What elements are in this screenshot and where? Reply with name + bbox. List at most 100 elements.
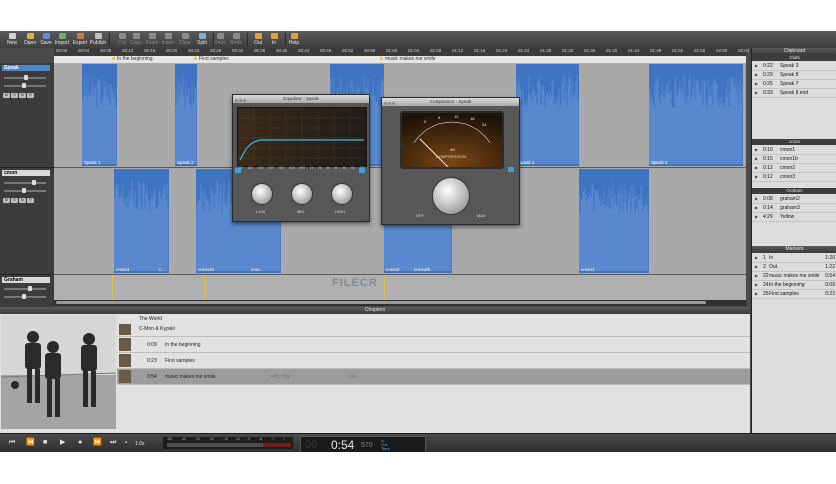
- mute-button[interactable]: M: [3, 198, 10, 203]
- clipboard-item[interactable]: ▶ 0:14 graham3: [752, 204, 836, 213]
- play-icon[interactable]: ▶: [755, 62, 758, 70]
- solo-button[interactable]: S: [11, 93, 18, 98]
- play-icon[interactable]: ▶: [755, 155, 758, 163]
- track-name[interactable]: Speak: [2, 65, 50, 71]
- chapter-title[interactable]: First samples: [165, 358, 195, 364]
- track-name[interactable]: Graham: [2, 277, 50, 283]
- volume-slider[interactable]: [4, 180, 46, 185]
- split-button[interactable]: Split: [192, 32, 212, 47]
- equalizer-titlebar[interactable]: Equalizer - Speak: [233, 95, 369, 103]
- play-icon[interactable]: ▶: [755, 71, 758, 79]
- chapter-time[interactable]: 0:23: [147, 358, 157, 364]
- chapter-title[interactable]: music makes me smile: [165, 374, 216, 380]
- compression-knob[interactable]: [432, 177, 470, 215]
- play-icon[interactable]: ▶: [755, 281, 758, 289]
- import-button[interactable]: Import: [52, 32, 72, 47]
- play-icon[interactable]: ▶: [755, 254, 758, 262]
- clipboard-item[interactable]: ▶ 0:08 graham2: [752, 195, 836, 204]
- marker-item[interactable]: ▶ 25 First samples 0:23: [752, 290, 836, 299]
- play-icon[interactable]: ▶: [755, 195, 758, 203]
- volume-slider[interactable]: [4, 75, 46, 80]
- loop-icon[interactable]: ▪: [125, 439, 127, 447]
- artist-name[interactable]: C-Mon & Kypski: [139, 326, 175, 332]
- marker-item[interactable]: ▶ 24 In the beginning 0:09: [752, 281, 836, 290]
- audio-clip[interactable]: Speak 5: [649, 64, 743, 166]
- export-button[interactable]: Export: [70, 32, 90, 47]
- album-title[interactable]: The World: [139, 316, 162, 322]
- play-icon[interactable]: ▶: [755, 204, 758, 212]
- chapter-url-title[interactable]: URL Title: [270, 374, 290, 380]
- mute-button[interactable]: M: [3, 93, 10, 98]
- marker-flag[interactable]: music makes me smile: [380, 56, 436, 62]
- track-header-speak[interactable]: Speak M Sfx R: [0, 63, 54, 168]
- new-button[interactable]: New: [2, 32, 22, 47]
- album-artwork[interactable]: [1, 315, 116, 429]
- help-button[interactable]: Help: [284, 32, 304, 47]
- comp-power-toggle[interactable]: [508, 167, 514, 172]
- chapter-time[interactable]: 0:54: [147, 374, 157, 380]
- skip-end-icon[interactable]: ⏭: [110, 439, 116, 447]
- pan-slider[interactable]: [4, 294, 46, 299]
- clipboard-item[interactable]: ▶ 0:29 Speak 8: [752, 71, 836, 80]
- eq-power-toggle[interactable]: [359, 168, 365, 173]
- fast-forward-icon[interactable]: ⏩: [93, 439, 102, 447]
- eq-high-knob[interactable]: [331, 183, 353, 205]
- audio-clip[interactable]: Speak 2: [175, 64, 197, 166]
- playback-speed[interactable]: 1.0x: [135, 440, 144, 448]
- chapter-title[interactable]: In the beginning: [165, 342, 201, 348]
- chapter-url[interactable]: URL: [348, 374, 358, 380]
- eq-graph[interactable]: [237, 107, 367, 167]
- chapter-row-selected[interactable]: 0:54 music makes me smile URL Title URL: [117, 369, 750, 385]
- album-title-row[interactable]: The World: [117, 315, 750, 323]
- record-button[interactable]: R: [27, 93, 34, 98]
- chapter-row[interactable]: 0:23 First samples: [117, 353, 750, 369]
- solo-button[interactable]: S: [11, 198, 18, 203]
- clipboard-item[interactable]: ▶ 0:33 Speak 8 end: [752, 89, 836, 98]
- rewind-icon[interactable]: ⏪: [26, 439, 35, 447]
- track-header-graham[interactable]: Graham: [0, 275, 54, 308]
- clipboard-item[interactable]: ▶ 4:29 Yellow: [752, 213, 836, 222]
- compressor-titlebar[interactable]: Compressor - Speak: [382, 98, 519, 106]
- clipboard-item[interactable]: ▶ 0:15 cmon1b: [752, 155, 836, 164]
- eq-bypass-toggle[interactable]: [235, 168, 241, 173]
- audio-clip[interactable]: cmon1 c...: [114, 169, 169, 273]
- pan-slider[interactable]: [4, 188, 46, 193]
- audio-clip[interactable]: Speak 1: [82, 64, 117, 166]
- play-icon[interactable]: ▶: [755, 164, 758, 172]
- play-icon[interactable]: ▶: [755, 89, 758, 97]
- clipboard-item[interactable]: ▶ 0:25 Speak 7: [752, 80, 836, 89]
- redo-button[interactable]: Redo: [226, 32, 246, 47]
- window-controls[interactable]: [384, 100, 396, 108]
- play-icon[interactable]: ▶: [60, 439, 65, 447]
- eq-mid-knob[interactable]: [291, 183, 313, 205]
- fx-button[interactable]: fx: [19, 93, 26, 98]
- play-icon[interactable]: ▶: [755, 290, 758, 298]
- track-name[interactable]: cmon: [2, 170, 50, 176]
- audio-clip[interactable]: cmon1: [579, 169, 649, 273]
- record-icon[interactable]: ●: [78, 439, 82, 447]
- stop-icon[interactable]: ■: [43, 439, 47, 447]
- eq-low-knob[interactable]: [251, 183, 273, 205]
- track-header-cmon[interactable]: cmon M Sfx R: [0, 168, 54, 275]
- play-icon[interactable]: ▶: [755, 80, 758, 88]
- clipboard-item[interactable]: ▶ 0:12 cmon2: [752, 164, 836, 173]
- play-icon[interactable]: ▶: [755, 173, 758, 181]
- audio-clip[interactable]: Speak 4: [516, 64, 579, 166]
- play-icon[interactable]: ▶: [755, 272, 758, 280]
- play-icon[interactable]: ▶: [755, 263, 758, 271]
- marker-item[interactable]: ▶ 1 In 1:20: [752, 254, 836, 263]
- volume-slider[interactable]: [4, 286, 46, 291]
- chapter-time[interactable]: 0:09: [147, 342, 157, 348]
- record-button[interactable]: R: [27, 198, 34, 203]
- clipboard-item[interactable]: ▶ 0:22 Speak 3: [752, 62, 836, 71]
- clipboard-item[interactable]: ▶ 0:12 cmon3: [752, 173, 836, 182]
- window-controls[interactable]: [235, 97, 247, 105]
- chapter-row[interactable]: 0:09 In the beginning: [117, 337, 750, 353]
- fx-button[interactable]: fx: [19, 198, 26, 203]
- lane-graham[interactable]: [54, 275, 746, 300]
- compressor-window[interactable]: Compressor - Speak 0 6 12 18 24 dB COMPR…: [381, 97, 520, 225]
- artist-row[interactable]: C-Mon & Kypski: [117, 323, 750, 337]
- pan-slider[interactable]: [4, 83, 46, 88]
- marker-flag[interactable]: In the beginning: [112, 56, 153, 62]
- equalizer-window[interactable]: Equalizer - Speak 1001502003004006008001…: [232, 94, 370, 222]
